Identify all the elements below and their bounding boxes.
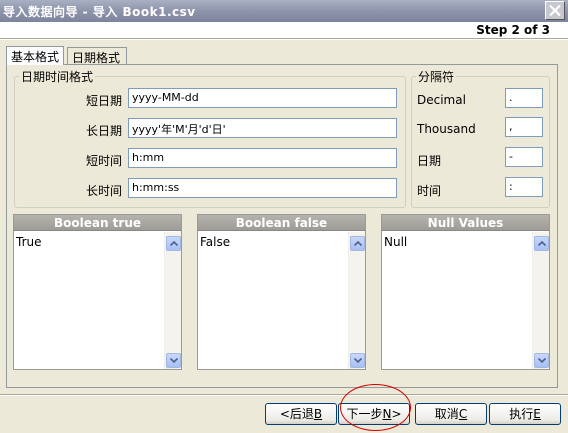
- long-time-label: 长时间: [85, 184, 122, 198]
- boolean-true-textarea[interactable]: True: [14, 232, 164, 369]
- close-button[interactable]: [545, 1, 565, 20]
- scroll-down-button[interactable]: [534, 353, 549, 368]
- next-button[interactable]: 下一步N>: [338, 403, 410, 425]
- short-date-input[interactable]: yyyy-MM-dd: [128, 88, 397, 108]
- null-values-scrollbar[interactable]: [532, 232, 549, 369]
- datetime-format-legend: 日期时间格式: [21, 70, 94, 84]
- title-bar: 导入数据向导 - 导入 Book1.csv: [0, 0, 568, 22]
- back-button[interactable]: <后退B: [265, 403, 337, 425]
- short-time-label: 短时间: [85, 154, 122, 168]
- cancel-button-label: 取消: [434, 407, 459, 421]
- next-button-suffix: >: [391, 407, 402, 421]
- null-values-textarea[interactable]: Null: [382, 232, 532, 369]
- scroll-down-button[interactable]: [350, 353, 365, 368]
- decimal-input[interactable]: .: [505, 88, 543, 108]
- date-separator-label: 日期: [417, 154, 442, 168]
- chevron-up-icon: [170, 241, 178, 246]
- thousand-label: Thousand: [417, 122, 476, 136]
- scroll-up-button[interactable]: [166, 236, 181, 251]
- short-date-label: 短日期: [85, 94, 122, 108]
- date-separator-input[interactable]: -: [505, 147, 543, 167]
- chevron-down-icon: [354, 358, 362, 363]
- chevron-up-icon: [354, 241, 362, 246]
- tab-date-format[interactable]: 日期格式: [67, 47, 127, 65]
- back-button-label: <后退: [279, 407, 314, 421]
- long-date-input[interactable]: yyyy'年'M'月'd'日': [128, 118, 397, 138]
- short-time-input[interactable]: h:mm: [128, 148, 397, 168]
- execute-button[interactable]: 执行E: [489, 403, 561, 425]
- boolean-true-list[interactable]: Boolean true True: [13, 214, 182, 370]
- long-time-input[interactable]: h:mm:ss: [128, 178, 397, 198]
- chevron-down-icon: [170, 358, 178, 363]
- scroll-up-button[interactable]: [534, 236, 549, 251]
- boolean-true-scrollbar[interactable]: [164, 232, 181, 369]
- chevron-down-icon: [538, 358, 546, 363]
- header-divider: [0, 38, 568, 40]
- boolean-false-scrollbar[interactable]: [348, 232, 365, 369]
- chevron-up-icon: [538, 241, 546, 246]
- window-title: 导入数据向导 - 导入 Book1.csv: [3, 5, 196, 19]
- cancel-button[interactable]: 取消C: [415, 403, 487, 425]
- scroll-up-button[interactable]: [350, 236, 365, 251]
- scroll-down-button[interactable]: [166, 353, 181, 368]
- boolean-false-list[interactable]: Boolean false False: [197, 214, 366, 370]
- null-values-list[interactable]: Null Values Null: [381, 214, 550, 370]
- time-separator-label: 时间: [417, 184, 442, 198]
- step-indicator: Step 2 of 3: [476, 23, 550, 37]
- cancel-button-accesskey: C: [458, 407, 468, 421]
- wizard-header: Step 2 of 3: [0, 22, 568, 38]
- separator-legend: 分隔符: [418, 70, 455, 84]
- execute-button-accesskey: E: [533, 407, 541, 421]
- footer-divider: [0, 394, 568, 396]
- close-icon: [549, 5, 561, 16]
- thousand-input[interactable]: ,: [505, 117, 543, 137]
- next-button-label: 下一步: [346, 407, 383, 421]
- time-separator-input[interactable]: :: [505, 177, 543, 197]
- long-date-label: 长日期: [85, 124, 122, 138]
- back-button-accesskey: B: [313, 407, 323, 421]
- null-values-header: Null Values: [382, 215, 549, 231]
- tab-basic-format[interactable]: 基本格式: [6, 46, 64, 65]
- decimal-label: Decimal: [417, 93, 466, 107]
- execute-button-label: 执行: [509, 407, 534, 421]
- boolean-false-textarea[interactable]: False: [198, 232, 348, 369]
- boolean-false-header: Boolean false: [198, 215, 365, 231]
- boolean-true-header: Boolean true: [14, 215, 181, 231]
